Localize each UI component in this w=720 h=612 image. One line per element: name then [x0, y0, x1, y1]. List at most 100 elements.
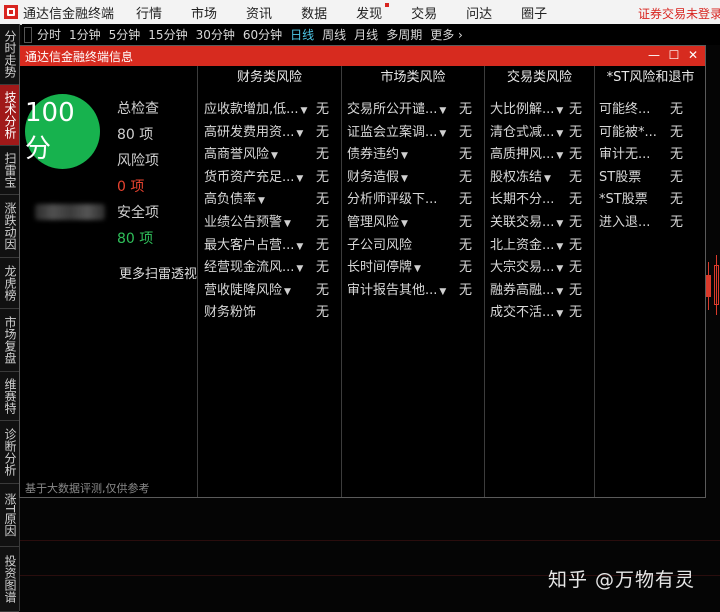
risk-item-text: 应收款增加,低...	[204, 102, 299, 117]
menu-item-ask[interactable]: 问达	[466, 3, 492, 22]
menu-item-data[interactable]: 数据	[301, 3, 327, 22]
period-daily[interactable]: 日线	[290, 26, 314, 43]
column-title: 市场类风险	[380, 70, 446, 85]
risk-item-label[interactable]: 业绩公告预警 ▼	[204, 212, 291, 234]
close-icon[interactable]: ✕	[686, 48, 700, 62]
risk-item-text: 进入退...	[599, 215, 651, 230]
left-tab-limit-reason[interactable]: 涨T原因	[0, 484, 19, 547]
maximize-icon[interactable]: ☐	[667, 48, 681, 62]
dropdown-caret-icon[interactable]: ▼	[258, 196, 265, 206]
risk-item-value: 无	[316, 282, 330, 298]
risk-item-label[interactable]: 交易所公开谴... ▼	[347, 99, 446, 121]
risk-item-label[interactable]: 融券高融... ▼	[490, 280, 563, 302]
dropdown-caret-icon[interactable]: ▼	[401, 174, 408, 184]
menu-item-circle[interactable]: 圈子	[521, 3, 547, 22]
risk-items-label: 风险项	[117, 153, 159, 169]
period-intraday[interactable]: 分时	[37, 26, 61, 43]
risk-item-label[interactable]: 应收款增加,低... ▼	[204, 99, 307, 121]
dropdown-caret-icon[interactable]: ▼	[556, 151, 563, 161]
dropdown-caret-icon[interactable]: ▼	[556, 219, 563, 229]
risk-item-label[interactable]: 证监会立案调... ▼	[347, 122, 446, 144]
left-tab-price-cause[interactable]: 涨跌动因	[0, 195, 19, 258]
minimize-icon[interactable]: —	[647, 48, 661, 62]
risk-item-text: 大比例解...	[490, 102, 555, 117]
period-multi[interactable]: 多周期	[386, 26, 422, 43]
menu-item-news[interactable]: 资讯	[246, 3, 272, 22]
menu-item-discover[interactable]: 发现	[356, 2, 390, 22]
dropdown-caret-icon[interactable]: ▼	[556, 309, 563, 319]
period-more[interactable]: 更多 ›	[430, 26, 463, 43]
left-tab-intraday[interactable]: 分时走势	[0, 24, 19, 85]
dialog-titlebar[interactable]: 通达信金融终端信息 — ☐ ✕	[20, 46, 705, 66]
risk-item-label[interactable]: 高质押风... ▼	[490, 144, 563, 166]
risk-item-label[interactable]: 营收陡降风险 ▼	[204, 280, 291, 302]
menu-item-quotes[interactable]: 行情	[136, 3, 162, 22]
menu-item-trade[interactable]: 交易	[411, 3, 437, 22]
period-15min[interactable]: 15分钟	[148, 26, 187, 43]
dropdown-caret-icon[interactable]: ▼	[296, 174, 303, 184]
left-tab-technical[interactable]: 技术分析	[0, 85, 19, 146]
dropdown-caret-icon[interactable]: ▼	[296, 129, 303, 139]
risk-item-label[interactable]: 股权冻结 ▼	[490, 167, 551, 189]
risk-item-label[interactable]: 审计报告其他... ▼	[347, 280, 446, 302]
dropdown-caret-icon[interactable]: ▼	[544, 174, 551, 184]
total-check-label: 总检查	[117, 101, 159, 117]
dropdown-caret-icon[interactable]: ▼	[401, 219, 408, 229]
dropdown-caret-icon[interactable]: ▼	[296, 264, 303, 274]
left-tab-diagnosis[interactable]: 诊断分析	[0, 421, 19, 484]
left-tab-market-review[interactable]: 市场复盘	[0, 309, 19, 372]
dropdown-caret-icon[interactable]: ▼	[414, 264, 421, 274]
risk-item-label[interactable]: 经营现金流风... ▼	[204, 257, 303, 279]
left-tab-dragon-tiger[interactable]: 龙虎榜	[0, 258, 19, 309]
risk-item-label[interactable]: 长时间停牌 ▼	[347, 257, 421, 279]
risk-item-label[interactable]: 高研发费用资... ▼	[204, 122, 303, 144]
column-title: 财务类风险	[236, 70, 302, 85]
risk-item-label[interactable]: 债券违约 ▼	[347, 144, 408, 166]
dropdown-caret-icon[interactable]: ▼	[401, 151, 408, 161]
period-weekly[interactable]: 周线	[322, 26, 346, 43]
risk-item-label[interactable]: 管理风险 ▼	[347, 212, 408, 234]
period-5min[interactable]: 5分钟	[109, 26, 141, 43]
dropdown-caret-icon[interactable]: ▼	[556, 287, 563, 297]
risk-item-label[interactable]: 财务造假 ▼	[347, 167, 408, 189]
risk-item-label[interactable]: 清仓式减... ▼	[490, 122, 563, 144]
left-tab-weisaite[interactable]: 维赛特	[0, 372, 19, 421]
period-1min[interactable]: 1分钟	[69, 26, 101, 43]
risk-item-text: *ST股票	[599, 192, 648, 208]
period-60min[interactable]: 60分钟	[243, 26, 282, 43]
left-tab-investment-map[interactable]: 投资图谱	[0, 547, 19, 612]
risk-item-label[interactable]: 北上资金... ▼	[490, 235, 563, 257]
dropdown-caret-icon[interactable]: ▼	[439, 287, 446, 297]
dropdown-caret-icon[interactable]: ▼	[556, 106, 563, 116]
dropdown-caret-icon[interactable]: ▼	[271, 151, 278, 161]
period-monthly[interactable]: 月线	[354, 26, 378, 43]
left-tab-minesweeper[interactable]: 扫雷宝	[0, 146, 19, 195]
dropdown-caret-icon[interactable]: ▼	[284, 219, 291, 229]
risk-item-label[interactable]: 关联交易... ▼	[490, 212, 563, 234]
left-tab-strip: 分时走势 技术分析 扫雷宝 涨跌动因 龙虎榜 市场复盘 维赛特 诊断分析 涨T原…	[0, 24, 20, 612]
risk-item-label[interactable]: 成交不活... ▼	[490, 302, 563, 324]
dropdown-caret-icon[interactable]: ▼	[556, 129, 563, 139]
dropdown-caret-icon[interactable]: ▼	[301, 106, 308, 116]
risk-item-value: 无	[670, 215, 684, 230]
dropdown-caret-icon[interactable]: ▼	[556, 264, 563, 274]
more-scan-link[interactable]: 更多扫雷透视	[119, 263, 197, 282]
dropdown-caret-icon[interactable]: ▼	[556, 242, 563, 252]
period-30min[interactable]: 30分钟	[196, 26, 235, 43]
risk-item-value: 无	[459, 192, 473, 208]
dropdown-caret-icon[interactable]: ▼	[284, 287, 291, 297]
risk-item-value: 无	[316, 124, 330, 140]
risk-item-label[interactable]: 大宗交易... ▼	[490, 257, 563, 279]
risk-item-label[interactable]: 高负债率 ▼	[204, 189, 265, 211]
menu-item-market[interactable]: 市场	[191, 3, 217, 22]
risk-item-label[interactable]: 最大客户占营... ▼	[204, 235, 303, 257]
risk-item-label[interactable]: 高商誉风险 ▼	[204, 144, 278, 166]
dropdown-caret-icon[interactable]: ▼	[439, 106, 446, 116]
risk-item-text: 最大客户占营...	[204, 237, 295, 253]
risk-item-label[interactable]: 大比例解... ▼	[490, 99, 563, 121]
risk-item-label[interactable]: 货币资产充足... ▼	[204, 167, 303, 189]
dropdown-caret-icon[interactable]: ▼	[439, 129, 446, 139]
risk-item-value: 无	[569, 282, 583, 298]
login-status-notice[interactable]: 证券交易未登录	[638, 5, 720, 22]
dropdown-caret-icon[interactable]: ▼	[296, 242, 303, 252]
